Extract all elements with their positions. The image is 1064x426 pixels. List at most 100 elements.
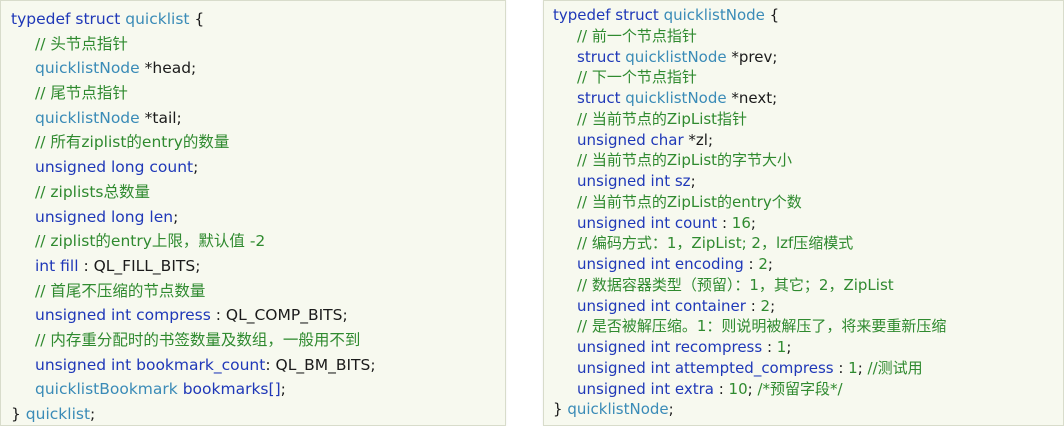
- code-token: // 首尾不压缩的节点数量: [35, 281, 206, 300]
- code-token: struct: [577, 47, 626, 66]
- code-token: //测试用: [867, 358, 923, 377]
- code-line: // 数据容器类型（预留）：1，其它；2，ZipList: [553, 275, 1063, 296]
- code-token: // 编码方式：1，ZipList; 2，lzf压缩模式: [577, 234, 854, 253]
- code-token: unsigned int recompress: [577, 338, 763, 356]
- code-token: quicklist: [125, 10, 190, 28]
- code-token: unsigned char: [577, 130, 684, 149]
- code-line: unsigned int sz;: [553, 171, 1063, 192]
- code-token: quicklist: [25, 405, 91, 423]
- code-token: /*预留字段*/: [757, 379, 843, 398]
- code-line: unsigned int count : 16;: [553, 213, 1063, 234]
- code-line: struct quicklistNode *prev;: [553, 47, 1063, 68]
- code-line: unsigned int encoding : 2;: [553, 254, 1063, 275]
- code-token: 16: [731, 213, 751, 232]
- code-line: unsigned char *zl;: [553, 130, 1063, 151]
- code-token: }: [553, 400, 568, 419]
- code-token: unsigned long: [35, 207, 145, 226]
- code-line: // ziplist的entry上限，默认值 -2: [11, 229, 505, 254]
- code-token: :: [713, 379, 729, 398]
- code-line: // 内存重分配时的书签数量及数组，一般用不到: [11, 328, 505, 353]
- code-line: unsigned int compress : QL_COMP_BITS;: [11, 303, 505, 328]
- code-token: typedef struct: [553, 6, 664, 24]
- code-token: ;: [173, 207, 179, 226]
- code-line: unsigned int attempted_compress : 1; //测…: [553, 358, 1063, 379]
- code-token: 1: [776, 338, 787, 356]
- code-line: unsigned int extra : 10; /*预留字段*/: [553, 379, 1063, 400]
- code-line: unsigned long count;: [11, 155, 505, 180]
- code-token: {: [764, 6, 780, 24]
- code-token: ;: [90, 405, 96, 423]
- code-token: unsigned int count: [577, 213, 718, 232]
- code-line: // 前一个节点指针: [553, 26, 1063, 47]
- code-token: // 数据容器类型（预留）：1，其它；2，ZipList: [577, 275, 894, 294]
- code-token: unsigned int compress: [35, 306, 211, 325]
- code-panel-quicklistnode: typedef struct quicklistNode { // 前一个节点指针…: [543, 0, 1064, 426]
- code-token: ;: [668, 400, 674, 419]
- code-line: int fill : QL_FILL_BITS;: [11, 254, 505, 279]
- code-token: : QL_COMP_BITS;: [210, 306, 348, 325]
- code-token: // 前一个节点指针: [577, 26, 697, 45]
- code-token: quicklistNode: [567, 400, 669, 419]
- code-token: ;: [767, 255, 773, 273]
- code-token: :: [762, 338, 777, 356]
- code-token: 2: [758, 255, 768, 273]
- code-line: // 编码方式：1，ZipList; 2，lzf压缩模式: [553, 233, 1063, 254]
- code-token: quicklistNode: [663, 6, 765, 24]
- code-line: quicklistBookmark bookmarks[];: [11, 377, 505, 402]
- code-line: // ziplists总数量: [11, 180, 505, 205]
- code-line: // 尾节点指针: [11, 81, 505, 106]
- code-line: quicklistNode *head;: [11, 56, 505, 81]
- code-token: unsigned int encoding: [577, 255, 744, 273]
- code-token: *next;: [726, 89, 778, 107]
- code-token: :: [743, 255, 759, 273]
- code-token: quicklistNode: [35, 59, 140, 78]
- code-token: *tail;: [139, 108, 182, 127]
- code-line: // 当前节点的ZipList指针: [553, 109, 1063, 130]
- code-token: ;: [770, 296, 776, 315]
- code-line: // 当前节点的ZipList的entry个数: [553, 192, 1063, 213]
- code-line: // 所有ziplist的entry的数量: [11, 130, 505, 155]
- code-token: // 尾节点指针: [35, 84, 128, 103]
- code-line: } quicklist;: [11, 402, 505, 426]
- code-token: 1: [848, 358, 858, 377]
- code-token: int fill: [35, 256, 79, 275]
- code-token: // 内存重分配时的书签数量及数组，一般用不到: [35, 330, 361, 349]
- code-token: : QL_FILL_BITS;: [78, 256, 201, 275]
- code-token: // 头节点指针: [35, 34, 128, 53]
- code-token: unsigned int container: [577, 296, 746, 315]
- code-line: unsigned int bookmark_count: QL_BM_BITS;: [11, 353, 505, 378]
- code-line: quicklistNode *tail;: [11, 106, 505, 131]
- code-token: count: [149, 158, 194, 177]
- code-token: unsigned long: [35, 158, 145, 177]
- code-token: 10: [728, 379, 748, 398]
- code-token: *head;: [139, 59, 197, 78]
- code-token: : QL_BM_BITS;: [265, 355, 376, 374]
- code-token: :: [717, 213, 732, 232]
- code-line: // 下一个节点指针: [553, 67, 1063, 88]
- code-token: unsigned int bookmark_count: [35, 355, 266, 374]
- code-line: typedef struct quicklist {: [11, 7, 505, 32]
- code-token: ;: [690, 172, 696, 190]
- code-token: quicklistNode: [35, 108, 140, 127]
- code-line: // 当前节点的ZipList的字节大小: [553, 150, 1063, 171]
- code-token: // 当前节点的ZipList的entry个数: [577, 192, 802, 211]
- code-token: len: [149, 207, 174, 226]
- code-token: // ziplists总数量: [35, 182, 150, 201]
- code-line: // 首尾不压缩的节点数量: [11, 279, 505, 304]
- code-token: ;: [280, 380, 286, 399]
- code-token: *zl;: [683, 130, 714, 149]
- code-panel-quicklist: typedef struct quicklist { // 头节点指针 quickl…: [0, 0, 506, 426]
- code-token: unsigned int sz: [577, 172, 691, 190]
- code-token: // 当前节点的ZipList指针: [577, 109, 748, 128]
- code-token: ;: [193, 158, 199, 177]
- code-line: struct quicklistNode *next;: [553, 88, 1063, 109]
- code-token: quicklistNode: [625, 89, 727, 107]
- code-token: unsigned int attempted_compress: [577, 358, 834, 377]
- code-line: unsigned int container : 2;: [553, 296, 1063, 317]
- code-token: ;: [750, 213, 756, 232]
- code-line: // 头节点指针: [11, 32, 505, 57]
- code-line: unsigned int recompress : 1;: [553, 337, 1063, 358]
- code-token: []: [268, 380, 281, 399]
- code-token: ;: [747, 379, 758, 398]
- code-token: // ziplist的entry上限，默认值 -2: [35, 232, 266, 251]
